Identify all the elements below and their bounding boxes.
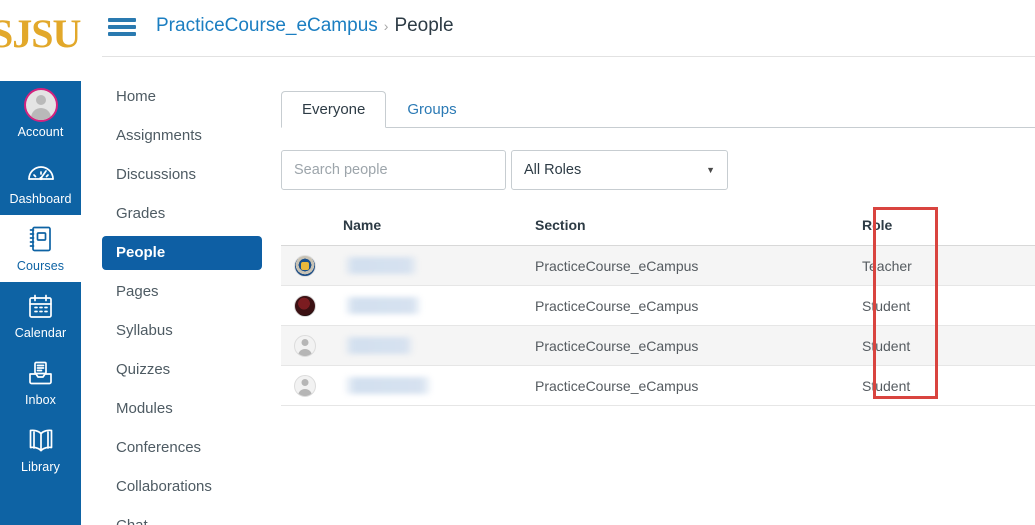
table-row[interactable]: PracticeCourse_eCampusStudent (281, 366, 1035, 406)
redacted-name (345, 337, 413, 354)
column-header-actions (928, 217, 1035, 246)
hamburger-bar-1 (108, 18, 136, 22)
redacted-name (345, 257, 417, 274)
global-nav-item-dashboard[interactable]: Dashboard (0, 148, 81, 215)
chevron-down-icon: ▼ (706, 165, 715, 175)
course-nav-item-conferences[interactable]: Conferences (102, 431, 262, 465)
cell-role: Student (862, 326, 928, 366)
people-content-area: EveryoneGroups All Roles ▼ Name Section … (281, 92, 1035, 406)
cell-avatar (281, 286, 343, 326)
cell-role: Student (862, 286, 928, 326)
role-filter-select[interactable]: All Roles ▼ (511, 150, 728, 190)
course-nav-item-grades[interactable]: Grades (102, 197, 262, 231)
canvas-people-page: SJSU Account Dashboard Courses Calendar Inbo… (0, 0, 1035, 525)
column-header-name[interactable]: Name (343, 217, 535, 246)
tab-groups[interactable]: Groups (386, 91, 477, 128)
people-filters: All Roles ▼ (281, 150, 1035, 190)
column-header-role[interactable]: Role (862, 217, 928, 246)
global-nav-item-inbox[interactable]: Inbox (0, 349, 81, 416)
people-table: Name Section Role PracticeCourse_eCampus… (281, 217, 1035, 406)
course-nav-item-modules[interactable]: Modules (102, 392, 262, 426)
cell-section: PracticeCourse_eCampus (535, 326, 862, 366)
global-nav-item-courses[interactable]: Courses (0, 215, 81, 282)
cell-avatar (281, 366, 343, 406)
breadcrumb: PracticeCourse_eCampus › People (156, 13, 454, 39)
breadcrumb-course-link[interactable]: PracticeCourse_eCampus (156, 15, 378, 36)
redacted-name (345, 297, 421, 314)
people-table-head: Name Section Role (281, 217, 1035, 246)
cell-avatar (281, 246, 343, 286)
column-header-section[interactable]: Section (535, 217, 862, 246)
table-row[interactable]: PracticeCourse_eCampusStudent (281, 326, 1035, 366)
book-courses-icon (24, 222, 58, 256)
open-book-icon (24, 423, 58, 457)
course-nav-item-discussions[interactable]: Discussions (102, 158, 262, 192)
hamburger-menu-icon[interactable] (108, 16, 136, 38)
generic-user-avatar (294, 375, 316, 397)
global-nav-label: Library (21, 460, 60, 474)
hamburger-bar-2 (108, 25, 136, 29)
cell-name[interactable] (343, 246, 535, 286)
redacted-name (345, 377, 431, 394)
sjsu-logo-text: SJSU (0, 10, 80, 57)
global-nav-item-calendar[interactable]: Calendar (0, 282, 81, 349)
sjsu-logo[interactable]: SJSU (0, 0, 81, 81)
cell-actions (928, 286, 1035, 326)
global-nav-label: Calendar (15, 326, 67, 340)
course-navigation-menu: Home Assignments Discussions Grades People Pa… (102, 80, 262, 525)
header-divider (102, 56, 1035, 57)
calendar-icon (24, 289, 58, 323)
table-row[interactable]: PracticeCourse_eCampusStudent (281, 286, 1035, 326)
global-navigation-sidebar: Account Dashboard Courses Calendar Inbox Libr… (0, 81, 81, 525)
speedometer-icon (24, 155, 58, 189)
course-nav-item-quizzes[interactable]: Quizzes (102, 353, 262, 387)
global-nav-item-account[interactable]: Account (0, 81, 81, 148)
course-logo-avatar (294, 255, 316, 277)
cell-avatar (281, 326, 343, 366)
people-tabs: EveryoneGroups (281, 92, 1035, 128)
cell-role: Student (862, 366, 928, 406)
global-nav-label: Account (18, 125, 64, 139)
hamburger-bar-3 (108, 32, 136, 36)
user-avatar-icon (24, 88, 58, 122)
search-people-input[interactable] (281, 150, 506, 190)
table-header-row: Name Section Role (281, 217, 1035, 246)
course-nav-item-people[interactable]: People (102, 236, 262, 270)
cell-section: PracticeCourse_eCampus (535, 286, 862, 326)
role-filter-value: All Roles (524, 162, 581, 178)
breadcrumb-separator-icon: › (384, 18, 389, 34)
user-photo-avatar (294, 295, 316, 317)
global-nav-label: Courses (17, 259, 64, 273)
cell-actions (928, 326, 1035, 366)
cell-section: PracticeCourse_eCampus (535, 246, 862, 286)
column-header-avatar (281, 217, 343, 246)
tab-everyone[interactable]: Everyone (281, 91, 386, 128)
cell-actions (928, 246, 1035, 286)
cell-role: Teacher (862, 246, 928, 286)
global-nav-label: Dashboard (9, 192, 71, 206)
cell-name[interactable] (343, 366, 535, 406)
cell-section: PracticeCourse_eCampus (535, 366, 862, 406)
breadcrumb-current-page: People (394, 15, 453, 36)
cell-actions (928, 366, 1035, 406)
course-nav-item-syllabus[interactable]: Syllabus (102, 314, 262, 348)
global-nav-item-library[interactable]: Library (0, 416, 81, 483)
course-nav-item-assignments[interactable]: Assignments (102, 119, 262, 153)
cell-name[interactable] (343, 326, 535, 366)
course-nav-item-collaborations[interactable]: Collaborations (102, 470, 262, 504)
course-nav-item-chat[interactable]: Chat (102, 509, 262, 525)
generic-user-avatar (294, 335, 316, 357)
course-nav-item-home[interactable]: Home (102, 80, 262, 114)
cell-name[interactable] (343, 286, 535, 326)
course-nav-item-pages[interactable]: Pages (102, 275, 262, 309)
inbox-tray-icon (24, 356, 58, 390)
table-row[interactable]: PracticeCourse_eCampusTeacher (281, 246, 1035, 286)
global-nav-label: Inbox (25, 393, 56, 407)
people-table-body: PracticeCourse_eCampusTeacherPracticeCou… (281, 246, 1035, 406)
page-header: PracticeCourse_eCampus › People (81, 0, 1035, 56)
